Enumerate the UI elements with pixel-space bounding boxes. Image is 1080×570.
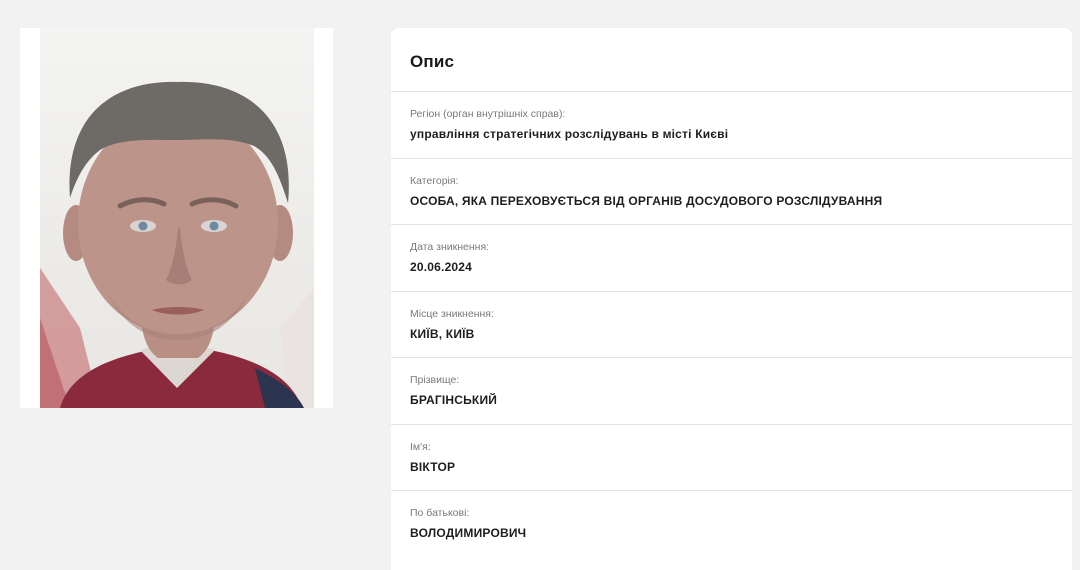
field-surname: Прізвище: БРАГІНСЬКИЙ <box>391 358 1072 425</box>
field-category: Категорія: ОСОБА, ЯКА ПЕРЕХОВУЄТЬСЯ ВІД … <box>391 159 1072 225</box>
field-value: ВОЛОДИМИРОВИЧ <box>410 526 527 540</box>
field-region: Регіон (орган внутрішніх справ): управлі… <box>391 92 1072 159</box>
description-card: Опис Регіон (орган внутрішніх справ): уп… <box>391 28 1072 570</box>
field-label: Регіон (орган внутрішніх справ): <box>410 108 566 120</box>
field-label: По батькові: <box>410 507 470 519</box>
field-value: КИЇВ, КИЇВ <box>410 326 475 341</box>
field-label: Місце зникнення: <box>410 307 494 320</box>
field-label: Прізвище: <box>410 374 460 386</box>
page: Опис Регіон (орган внутрішніх справ): уп… <box>0 0 1080 570</box>
field-label: Категорія: <box>410 174 459 187</box>
field-disappearance-place: Місце зникнення: КИЇВ, КИЇВ <box>391 292 1072 358</box>
field-value: 20.06.2024 <box>410 260 473 274</box>
field-value: ВІКТОР <box>410 459 456 474</box>
field-value: ОСОБА, ЯКА ПЕРЕХОВУЄТЬСЯ ВІД ОРГАНІВ ДОС… <box>410 193 883 208</box>
field-first-name: Ім'я: ВІКТОР <box>391 425 1072 491</box>
field-patronymic: По батькові: ВОЛОДИМИРОВИЧ <box>391 491 1072 558</box>
field-value: управління стратегічних розслідувань в м… <box>410 127 729 141</box>
field-disappearance-date: Дата зникнення: 20.06.2024 <box>391 225 1072 292</box>
field-label: Ім'я: <box>410 440 431 453</box>
person-photo[interactable] <box>40 28 314 408</box>
field-label: Дата зникнення: <box>410 241 490 253</box>
person-photo-icon <box>40 81 314 408</box>
field-value: БРАГІНСЬКИЙ <box>410 393 498 407</box>
card-title: Опис <box>410 52 455 71</box>
card-header: Опис <box>391 28 1072 92</box>
photo-frame <box>20 28 333 408</box>
